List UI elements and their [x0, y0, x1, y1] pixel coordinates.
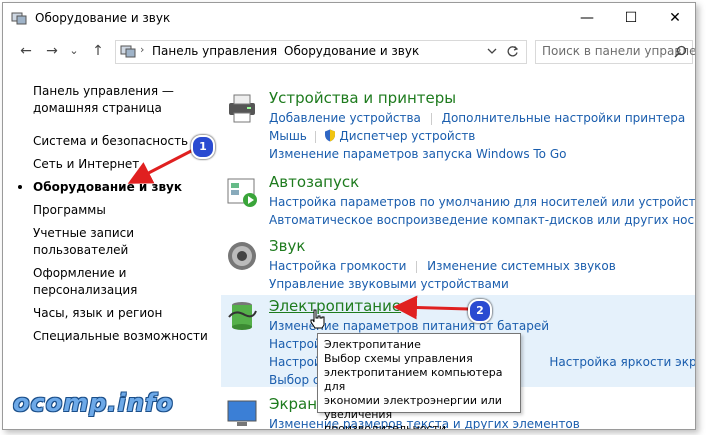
sidebar-item-network[interactable]: Сеть и Интернет: [33, 156, 208, 173]
tooltip-line: увеличения производительности.: [324, 408, 450, 430]
sidebar-item-accessibility[interactable]: Специальные возможности: [33, 328, 208, 345]
sidebar-item-hardware-sound[interactable]: Оборудование и звук: [18, 179, 208, 196]
sidebar-item-home[interactable]: Панель управления —: [33, 83, 208, 100]
sidebar-item-programs[interactable]: Программы: [33, 202, 208, 219]
autoplay-cd-link[interactable]: Автоматическое воспроизведение компакт-д…: [269, 213, 695, 227]
forward-arrow-icon[interactable]: →: [43, 42, 61, 60]
autoplay-defaults-link[interactable]: Настройка параметров по умолчанию для но…: [269, 195, 695, 209]
hand-cursor-icon: [310, 309, 325, 329]
category-sound: Звук Настройка громкости Изменение систе…: [221, 237, 695, 292]
sidebar-item-system-security[interactable]: Система и безопасность: [33, 133, 208, 150]
close-button[interactable]: ✕: [657, 6, 693, 30]
devices-printers-heading[interactable]: Устройства и принтеры: [269, 89, 456, 107]
navigation-bar: ← → ⌄ ↑ › Панель управления › Оборудован…: [3, 37, 695, 67]
chevron-down-icon[interactable]: [486, 45, 498, 57]
annotation-badge-2: 2: [468, 299, 492, 323]
up-arrow-icon[interactable]: ↑: [89, 42, 107, 60]
title-bar: Оборудование и звук — ☐ ✕: [3, 3, 695, 33]
brightness-link[interactable]: Настройка яркости экрана: [549, 355, 695, 369]
control-panel-icon: [120, 45, 136, 58]
refresh-icon[interactable]: [506, 45, 519, 58]
autoplay-links: Настройка параметров по умолчанию для но…: [269, 193, 695, 229]
search-input[interactable]: Поиск в панели управле...: [542, 44, 695, 58]
sidebar-item-appearance-cont[interactable]: персонализация: [33, 282, 208, 299]
back-arrow-icon[interactable]: ←: [17, 42, 35, 60]
window: Оборудование и звук — ☐ ✕ ← → ⌄ ↑ › Пане…: [2, 2, 696, 430]
recent-dropdown-icon[interactable]: ⌄: [65, 42, 83, 60]
search-icon[interactable]: [674, 45, 687, 58]
divider: [430, 112, 432, 125]
control-panel-icon: [11, 12, 27, 25]
sound-links: Настройка громкости Изменение системных …: [269, 257, 616, 293]
monitor-icon: [227, 400, 257, 426]
printer-settings-link[interactable]: Дополнительные настройки принтера: [442, 111, 686, 125]
search-box[interactable]: Поиск в панели управле...: [535, 40, 695, 64]
category-autoplay: Автозапуск Настройка параметров по умолч…: [221, 173, 695, 228]
tooltip-line: электропитанием компьютера для: [324, 366, 503, 393]
sound-devices-link[interactable]: Управление звуковыми устройствами: [269, 277, 509, 291]
sidebar-item-accounts[interactable]: Учетные записи: [33, 225, 208, 242]
breadcrumb-hardware-sound[interactable]: Оборудование и звук: [284, 44, 419, 58]
shield-icon: [324, 129, 335, 142]
speaker-icon: [228, 242, 256, 270]
sidebar-item-accounts-cont[interactable]: пользователей: [33, 242, 208, 259]
device-manager-link[interactable]: Диспетчер устройств: [339, 129, 475, 143]
sidebar-item-appearance[interactable]: Оформление и: [33, 265, 208, 282]
sidebar-item-clock-region[interactable]: Часы, язык и регион: [33, 305, 208, 322]
category-devices-printers: Устройства и принтеры Добавление устройс…: [221, 89, 695, 161]
maximize-button[interactable]: ☐: [613, 6, 649, 30]
watermark-logo: ocomp.info: [13, 389, 174, 417]
power-link-4[interactable]: Выбор с: [269, 373, 319, 387]
devices-links: Добавление устройства Дополнительные нас…: [269, 109, 685, 163]
power-link-2[interactable]: Настрой: [269, 337, 322, 351]
sidebar-item-label: Оборудование и звук: [33, 180, 182, 194]
battery-icon: [228, 302, 257, 330]
power-heading[interactable]: Электропитание: [269, 297, 401, 315]
minimize-button[interactable]: —: [569, 6, 605, 30]
tooltip-line: экономии электроэнергии или: [324, 394, 502, 407]
address-bar[interactable]: › Панель управления › Оборудование и зву…: [115, 40, 527, 64]
add-device-link[interactable]: Добавление устройства: [269, 111, 421, 125]
sidebar: Панель управления — домашняя страница Си…: [18, 83, 208, 345]
breadcrumb-separator: ›: [140, 43, 145, 56]
tooltip-line: Выбор схемы управления: [324, 352, 473, 365]
divider: [416, 260, 418, 273]
divider: [314, 130, 316, 143]
breadcrumb-control-panel[interactable]: Панель управления: [152, 44, 277, 58]
mouse-link[interactable]: Мышь: [269, 129, 307, 143]
printer-icon: [229, 94, 255, 123]
volume-link[interactable]: Настройка громкости: [269, 259, 406, 273]
sound-heading[interactable]: Звук: [269, 237, 305, 255]
autoplay-icon: [227, 178, 257, 207]
window-title: Оборудование и звук: [35, 11, 171, 25]
power-link-3[interactable]: Настрой: [269, 355, 322, 369]
sidebar-item-home-cont[interactable]: домашняя страница: [33, 100, 208, 117]
annotation-badge-1: 1: [191, 135, 215, 159]
screen-heading[interactable]: Экран: [269, 395, 317, 413]
breadcrumb-separator: ›: [270, 43, 275, 56]
system-sounds-link[interactable]: Изменение системных звуков: [427, 259, 616, 273]
autoplay-heading[interactable]: Автозапуск: [269, 173, 359, 191]
power-tooltip: Электропитание Выбор схемы управления эл…: [317, 333, 521, 429]
tooltip-title: Электропитание: [324, 338, 421, 351]
current-bullet-icon: [18, 185, 22, 189]
windows-to-go-link[interactable]: Изменение параметров запуска Windows To …: [269, 147, 566, 161]
